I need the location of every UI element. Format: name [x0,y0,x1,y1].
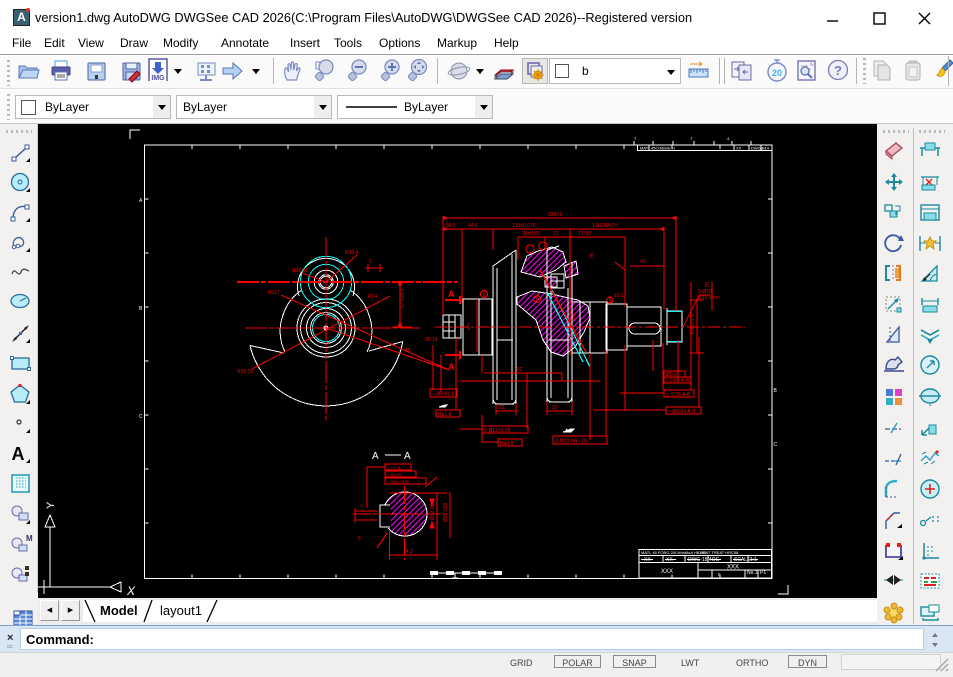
svg-text:20: 20 [772,68,782,78]
svg-text:45CrMnMo H: 45CrMnMo H [651,146,675,151]
svg-text:SCALE: SCALE [734,557,751,563]
svg-text:MATL 45 FORG 20CrMnMoA HB240: MATL 45 FORG 20CrMnMoA HB240 [641,550,707,555]
svg-text:Ø16.5min: Ø16.5min [698,295,720,301]
svg-text:15: 15 [405,348,411,354]
svg-text:22: 22 [552,405,558,411]
svg-text:Y: Y [45,501,57,509]
svg-text:S14: S14 [762,146,770,151]
svg-text:71°30': 71°30' [578,231,592,237]
svg-text:14.2: 14.2 [403,549,413,555]
svg-text:±0.1: ±0.1 [614,293,624,299]
svg-text:MATL: MATL [640,146,651,151]
svg-text:102: 102 [514,367,523,373]
svg-text:C: C [774,442,778,448]
svg-text:A: A [448,362,455,372]
svg-text:130±0.075: 130±0.075 [512,223,536,229]
svg-text:C: C [139,414,143,420]
svg-text:335±1: 335±1 [548,212,562,218]
svg-text:Ø60: Ø60 [571,312,576,320]
svg-text:△ 0.05 A-B: △ 0.05 A-B [666,392,691,398]
svg-text:IMG: IMG [151,75,165,81]
svg-text:4: 4 [727,136,730,141]
svg-text:12: 12 [360,503,365,508]
svg-text:HEAT TREAT HRC58: HEAT TREAT HRC58 [700,550,739,555]
svg-text:54.5: 54.5 [446,223,456,229]
svg-text:△0.01 A-B: △0.01 A-B [666,378,690,384]
svg-text:7: 7 [690,136,693,141]
svg-text:A: A [448,289,455,299]
svg-text:XX: XX [736,146,742,151]
svg-text:7: 7 [634,136,637,141]
svg-text:R50.05: R50.05 [237,369,253,375]
svg-text:40: 40 [640,259,646,265]
svg-text:1 REMACH: 1 REMACH [592,223,618,229]
svg-text:Ø32.06: Ø32.06 [430,503,436,520]
svg-text:57.5±0.1: 57.5±0.1 [400,288,406,308]
svg-text:XXX: XXX [727,565,739,571]
svg-text:Ø38.028: Ø38.028 [443,503,449,522]
svg-text:c: c [718,572,721,578]
svg-text:○ Ø0.04 A-B: ○ Ø0.04 A-B [668,409,696,415]
svg-text:21: 21 [553,231,559,237]
svg-text:44.6: 44.6 [468,223,478,229]
svg-text:XX: XX [666,557,673,563]
svg-text:1:1: 1:1 [750,557,757,563]
svg-text:R35.4: R35.4 [345,250,359,256]
svg-text:22: 22 [499,405,505,411]
svg-text:□ 5h9-0.030: □ 5h9-0.030 [387,479,409,484]
svg-text:XXX: XXX [661,569,673,575]
svg-text:E: E [590,254,594,260]
svg-text:B: B [774,388,778,394]
svg-text:P1: P1 [760,570,766,576]
svg-text:√: √ [488,430,491,437]
svg-text:R16.98: R16.98 [292,268,308,274]
svg-text:DC: DC [712,557,720,563]
svg-text:A: A [372,451,379,462]
svg-text:○ Ø0.05: ○ Ø0.05 [387,472,402,477]
svg-text:M16×1.5: M16×1.5 [690,314,696,334]
svg-text:Ø24: Ø24 [368,294,378,300]
svg-text:DWG-18/4: DWG-18/4 [688,557,712,563]
svg-text:A: A [139,198,143,204]
svg-text:△ 0.1 B: △ 0.1 B [387,465,401,470]
svg-text:A: A [404,451,411,462]
svg-text:8-M10-6H ↓20: 8-M10-6H ↓20 [555,439,587,445]
svg-text:Ra0.8: Ra0.8 [500,441,514,447]
svg-text:X: X [126,584,136,598]
svg-text:30.18: 30.18 [425,337,438,343]
svg-text:XX: XX [644,557,651,563]
svg-text:1: 1 [369,259,372,265]
svg-text:?: ? [834,63,842,78]
svg-text:5: 5 [358,536,361,542]
svg-text:R117: R117 [268,290,280,296]
svg-text:M: M [26,534,33,543]
svg-text:Ø55: Ø55 [466,322,471,330]
svg-text:No.1: No.1 [747,570,758,576]
svg-text:38±0.05: 38±0.05 [522,231,540,237]
svg-text:B: B [139,306,143,312]
svg-text:Ra1.6: Ra1.6 [438,412,452,418]
svg-text:○ Ø0.01 A: ○ Ø0.01 A [432,392,455,398]
svg-text:A: A [12,444,25,464]
